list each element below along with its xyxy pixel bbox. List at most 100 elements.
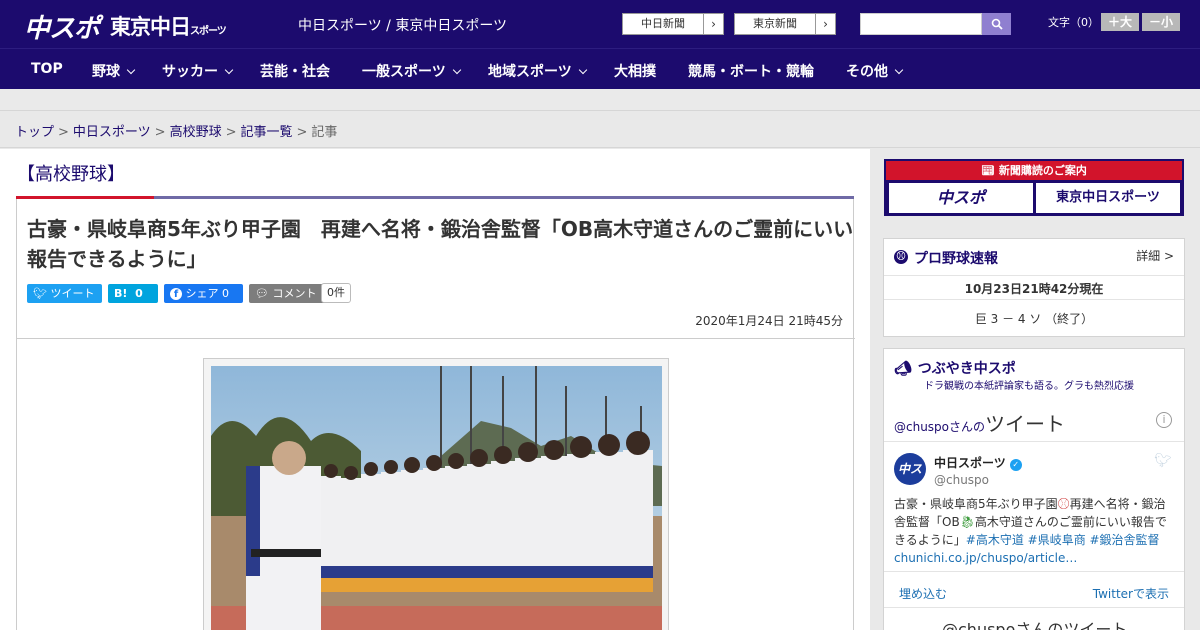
search-input[interactable] [860,13,982,35]
nav-label: その他 [846,64,888,80]
chevron-down-icon [578,65,587,75]
score-updated-time: 10月23日21時42分現在 [964,282,1104,296]
view-on-twitter-link[interactable]: Twitterで表示 [1093,585,1169,602]
nav-item-top[interactable]: TOP [31,61,63,77]
facebook-icon: f [170,288,182,300]
newspaper-icon: 📰︎ [981,164,996,177]
baseball-icon: ⚾︎ [894,250,908,264]
article-divider [17,338,855,339]
tweet-text: 古豪・県岐阜商5年ぶり甲子園⚾︎再建へ名将・鍛治舎監督「OB🐉︎高木守道さんのご… [894,495,1176,567]
dragon-emoji-icon: 🐉︎ [959,515,975,529]
twitter-panel: 📣︎ つぶやき中スポ ドラ観戦の本紙評論家も語る。グラも熱烈応援 @chuspoさ… [883,348,1185,630]
subscribe-chuspo[interactable]: 中スポ [889,183,1033,213]
megaphone-icon: 📣︎ [894,361,912,377]
avatar[interactable]: 中ス [894,453,926,485]
search-button[interactable] [982,13,1011,35]
breadcrumb-current: 記事 [311,125,338,140]
nav-label: 一般スポーツ [362,64,446,80]
tokyo-logo-text: 東京中日 [110,15,191,39]
subscription-header: 📰︎ 新聞購読のご案内 [886,161,1182,180]
breadcrumb-separator: > [154,125,166,140]
main-nav: TOP 野球 サッカー 芸能・社会 一般スポーツ 地域スポーツ 大相撲 競馬・ボ… [0,48,1200,89]
article-card: 古豪・県岐阜商5年ぶり甲子園 再建へ名将・鍛治舎監督「OB高木守道さんのご霊前に… [16,199,855,630]
breadcrumb-separator: > [296,125,308,140]
chunichi-shimbun-label: 中日新聞 [641,17,685,30]
chevron-right-icon: › [703,14,723,34]
nav-item-others[interactable]: その他 [846,61,904,81]
font-smaller-button[interactable]: －小 [1142,13,1180,31]
tokyo-shimbun-link[interactable]: 東京新聞 › [734,13,836,35]
tweet-account-handle[interactable]: @chuspo [934,473,989,487]
nav-item-local-sports[interactable]: 地域スポーツ [488,61,587,81]
nav-item-racing[interactable]: 競馬・ボート・競輪 [688,61,814,81]
subscription-label: 新聞購読のご案内 [998,164,1087,177]
more-tweets-link[interactable]: @chuspoさんのツイート [942,616,1127,630]
tweet-account-name[interactable]: 中日スポーツ ✓ [934,454,1022,471]
score-detail-link[interactable]: 詳細 > [1136,247,1174,264]
font-size-label: 文字（0） [1048,16,1099,29]
site-title[interactable]: 中日スポーツ / 東京中日スポーツ [298,15,507,35]
chevron-down-icon [452,65,461,75]
chunichi-shimbun-link[interactable]: 中日新聞 › [622,13,724,35]
tweet-button[interactable]: 🐦︎ ツイート [27,284,102,303]
nav-label: TOP [31,61,63,77]
nav-item-entertainment[interactable]: 芸能・社会 [260,61,330,81]
comment-count-badge: 0件 [321,283,351,303]
score-panel-title: ⚾︎ プロ野球速報 [894,248,998,268]
nav-item-general-sports[interactable]: 一般スポーツ [362,61,461,81]
nav-item-baseball[interactable]: 野球 [92,61,136,81]
breadcrumb-article-list[interactable]: 記事一覧 [241,125,293,140]
breadcrumb-separator: > [58,125,69,140]
panel-divider [884,441,1184,442]
twitter-panel-subtitle: ドラ観戦の本紙評論家も語る。グラも熱烈応援 [924,381,1134,392]
chevron-down-icon [126,65,136,75]
panel-divider [884,571,1184,572]
comment-button[interactable]: 💬︎ コメント [249,284,326,303]
breadcrumb-separator: > [225,125,237,140]
nav-item-sumo[interactable]: 大相撲 [614,61,656,81]
hatena-bookmark-button[interactable]: B! 0 [108,284,158,303]
chevron-right-icon: › [815,14,835,34]
game-score[interactable]: 巨 3 － 4 ソ （終了） [884,310,1184,327]
score-panel-title-text: プロ野球速報 [914,251,998,267]
subscribe-tokyo-chunichi[interactable]: 東京中日スポーツ [1036,183,1180,213]
chevron-down-icon [894,65,904,75]
facebook-share-button[interactable]: f シェア 0 [164,284,243,303]
breadcrumb-top[interactable]: トップ [15,125,54,140]
nav-label: 芸能・社会 [260,64,330,80]
panel-divider [884,299,1184,300]
twitter-panel-title-text: つぶやき中スポ [917,361,1016,377]
twitter-bird-icon[interactable]: 🐦︎ [1154,453,1172,469]
hatena-icon: B! [114,287,128,300]
search-icon [991,18,1003,30]
tweet-link[interactable]: chunichi.co.jp/chuspo/article… [894,551,1077,565]
info-icon[interactable]: i [1156,412,1172,428]
nav-label: 野球 [92,64,120,80]
subscription-banner[interactable]: 📰︎ 新聞購読のご案内 中スポ 東京中日スポーツ [884,159,1184,216]
tweet-label: ツイート [50,287,95,300]
speech-bubble-icon: 💬︎ [255,287,269,300]
font-bigger-button[interactable]: ＋大 [1101,13,1139,31]
tokyo-shimbun-label: 東京新聞 [753,17,797,30]
main-content: 【高校野球】 古豪・県岐阜商5年ぶり甲子園 再建へ名将・鍛治舎監督「OB高木守道… [0,149,870,630]
nav-label: 地域スポーツ [488,64,572,80]
embed-link[interactable]: 埋め込む [899,585,947,602]
tweet-hashtags[interactable]: #高木守道 #県岐阜商 #鍛治舎監督 [966,533,1160,547]
baseball-emoji-icon: ⚾︎ [1057,497,1070,511]
facebook-share-label: シェア [185,287,219,300]
breadcrumb-bar: トップ > 中日スポーツ > 高校野球 > 記事一覧 > 記事 [0,111,1200,148]
breadcrumb-chunichi-sports[interactable]: 中日スポーツ [73,125,151,140]
chuspo-logo[interactable]: 中スポ [24,8,100,45]
tweets-header[interactable]: @chuspoさんのツイート [894,408,1065,437]
article-photo[interactable] [211,366,662,630]
breadcrumb-high-school-baseball[interactable]: 高校野球 [170,125,222,140]
article-headline: 古豪・県岐阜商5年ぶり甲子園 再建へ名将・鍛治舎監督「OB高木守道さんのご霊前に… [27,217,854,271]
twitter-icon: 🐦︎ [33,287,47,300]
nav-item-soccer[interactable]: サッカー [162,61,234,81]
tokyo-logo-sub: スポーツ [190,26,227,37]
account-name-text: 中日スポーツ [934,456,1006,470]
chevron-down-icon [224,65,234,75]
hatena-count: 0 [135,287,143,300]
tokyo-chunichi-logo[interactable]: 東京中日スポーツ [110,11,227,41]
facebook-share-count: 0 [222,287,229,300]
